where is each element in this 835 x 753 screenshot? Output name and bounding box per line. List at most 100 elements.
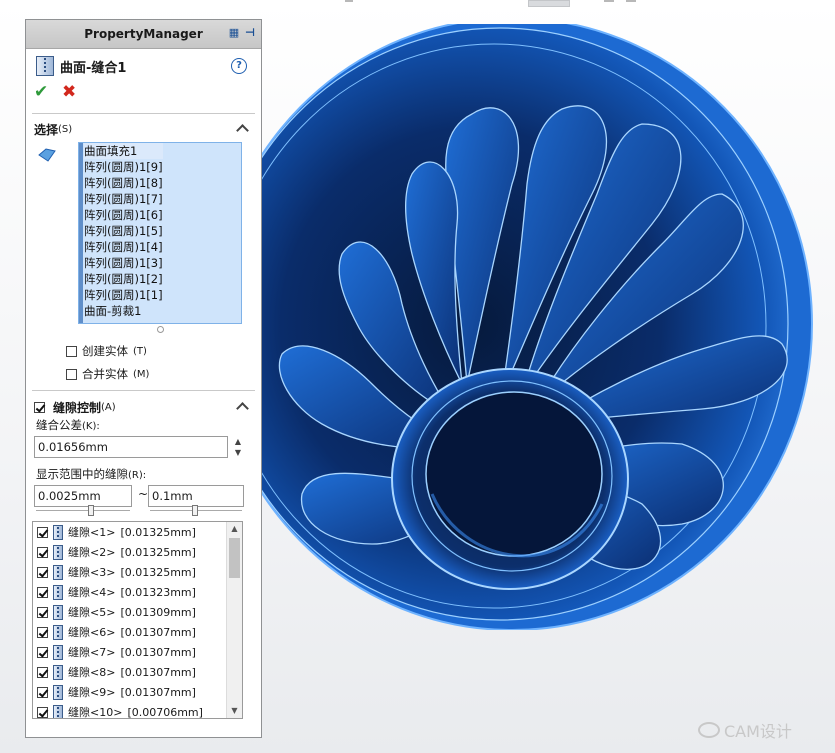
- selection-item[interactable]: 阵列(圆周)1[2]: [84, 271, 163, 287]
- gap-checkbox[interactable]: [37, 606, 48, 618]
- gap-list[interactable]: 缝隙<1> [0.01325mm] 缝隙<2> [0.01325mm] 缝隙<3…: [32, 521, 243, 719]
- gap-icon: [53, 704, 63, 718]
- ok-button[interactable]: ✔: [34, 82, 48, 102]
- range-separator: ~: [138, 487, 149, 501]
- divider: [32, 390, 255, 391]
- gap-list-item[interactable]: 缝隙<5> [0.01309mm]: [37, 602, 196, 622]
- slider-thumb[interactable]: [88, 505, 94, 516]
- selection-item[interactable]: 阵列(圆周)1[7]: [84, 191, 163, 207]
- gap-value: [0.01307mm]: [120, 625, 196, 639]
- gap-label: 缝隙<6>: [68, 626, 116, 639]
- slider-track: [36, 510, 130, 511]
- gap-list-item[interactable]: 缝隙<9> [0.01307mm]: [37, 682, 196, 702]
- cancel-button[interactable]: ✖: [62, 82, 76, 102]
- range-max-slider[interactable]: [150, 505, 242, 517]
- panel-options-icon[interactable]: ▦: [227, 26, 241, 40]
- gap-list-item[interactable]: 缝隙<8> [0.01307mm]: [37, 662, 196, 682]
- gap-label: 缝隙<9>: [68, 686, 116, 699]
- selection-heading: 选择: [34, 122, 59, 137]
- range-min-input[interactable]: 0.0025mm: [34, 485, 132, 507]
- gap-list-item[interactable]: 缝隙<2> [0.01325mm]: [37, 542, 196, 562]
- resize-handle[interactable]: [157, 326, 164, 333]
- gap-checkbox[interactable]: [37, 626, 48, 638]
- help-icon[interactable]: ?: [231, 58, 247, 74]
- knit-surface-icon: [36, 56, 54, 76]
- gap-checkbox[interactable]: [37, 546, 48, 558]
- gap-control-checkbox[interactable]: [34, 401, 45, 413]
- gap-label: 缝隙<7>: [68, 646, 116, 659]
- range-hotkey: (R):: [128, 470, 147, 481]
- gap-checkbox[interactable]: [37, 526, 48, 538]
- gap-value: [0.01325mm]: [120, 525, 196, 539]
- gap-list-item[interactable]: 缝隙<3> [0.01325mm]: [37, 562, 196, 582]
- pin-icon[interactable]: ⊣: [243, 26, 257, 40]
- slider-thumb[interactable]: [192, 505, 198, 516]
- gap-control-section-header[interactable]: 缝隙控制 (A): [34, 398, 253, 416]
- tolerance-input[interactable]: 0.01656mm: [34, 436, 228, 458]
- collapse-icon[interactable]: [237, 400, 247, 410]
- panel-title: PropertyManager: [84, 27, 203, 41]
- gap-control-heading: 缝隙控制: [53, 400, 102, 415]
- surface-selection-icon: [38, 148, 56, 162]
- gap-label: 缝隙<4>: [68, 586, 116, 599]
- range-min-slider[interactable]: [36, 505, 130, 517]
- gap-checkbox[interactable]: [37, 646, 48, 658]
- toolbar-button[interactable]: [528, 0, 570, 7]
- tolerance-spinner[interactable]: ▲ ▼: [232, 436, 244, 458]
- gap-icon: [53, 684, 63, 700]
- gap-value: [0.00706mm]: [127, 705, 203, 719]
- create-solid-checkbox[interactable]: [66, 345, 77, 357]
- range-label: 显示范围中的缝隙: [36, 467, 128, 481]
- gap-checkbox[interactable]: [37, 566, 48, 578]
- gap-list-item[interactable]: 缝隙<4> [0.01323mm]: [37, 582, 196, 602]
- selection-item[interactable]: 阵列(圆周)1[9]: [84, 159, 163, 175]
- gap-list-scrollbar[interactable]: ▲ ▼: [226, 522, 242, 718]
- model-viewport[interactable]: [262, 24, 835, 630]
- gap-checkbox[interactable]: [37, 666, 48, 678]
- range-max-input[interactable]: 0.1mm: [148, 485, 244, 507]
- spin-up-icon[interactable]: ▲: [232, 436, 244, 447]
- panel-header: PropertyManager ▦ ⊣: [26, 20, 261, 49]
- gap-value: [0.01307mm]: [120, 685, 196, 699]
- create-solid-option[interactable]: 创建实体 (T): [66, 343, 147, 359]
- gap-value: [0.01325mm]: [120, 565, 196, 579]
- feature-title: 曲面-缝合1: [60, 60, 127, 76]
- collapse-icon[interactable]: [237, 122, 247, 132]
- selection-item[interactable]: 阵列(圆周)1[8]: [84, 175, 163, 191]
- selection-item[interactable]: 阵列(圆周)1[3]: [84, 255, 163, 271]
- gap-list-item[interactable]: 缝隙<1> [0.01325mm]: [37, 522, 196, 542]
- selection-item[interactable]: 阵列(圆周)1[1]: [84, 287, 163, 303]
- range-label-row: 显示范围中的缝隙(R):: [36, 466, 146, 482]
- merge-solid-option[interactable]: 合并实体 (M): [66, 366, 149, 382]
- toolbar-mark: [626, 0, 636, 2]
- impeller-model[interactable]: [262, 24, 813, 630]
- feature-title-row: 曲面-缝合1: [36, 56, 126, 76]
- selection-item[interactable]: 曲面填充1: [84, 143, 163, 159]
- selection-item[interactable]: 曲面-剪裁1: [84, 303, 163, 319]
- gap-checkbox[interactable]: [37, 586, 48, 598]
- selection-list-box[interactable]: 曲面填充1 阵列(圆周)1[9] 阵列(圆周)1[8] 阵列(圆周)1[7] 阵…: [78, 142, 242, 324]
- watermark: CAM设计: [698, 718, 792, 742]
- gap-icon: [53, 584, 63, 600]
- gap-list-item[interactable]: 缝隙<6> [0.01307mm]: [37, 622, 196, 642]
- gap-icon: [53, 604, 63, 620]
- gap-list-item[interactable]: 缝隙<10> [0.00706mm]: [37, 702, 203, 719]
- toolbar-mark: [604, 0, 614, 2]
- selection-item[interactable]: 阵列(圆周)1[6]: [84, 207, 163, 223]
- merge-solid-label: 合并实体: [82, 367, 128, 381]
- spin-down-icon[interactable]: ▼: [232, 447, 244, 458]
- selection-item[interactable]: 阵列(圆周)1[4]: [84, 239, 163, 255]
- gap-checkbox[interactable]: [37, 706, 48, 718]
- gap-label: 缝隙<10>: [68, 706, 123, 719]
- gap-checkbox[interactable]: [37, 686, 48, 698]
- selection-item[interactable]: 阵列(圆周)1[5]: [84, 223, 163, 239]
- gap-list-item[interactable]: 缝隙<7> [0.01307mm]: [37, 642, 196, 662]
- scrollbar-thumb[interactable]: [229, 538, 240, 578]
- scroll-up-icon[interactable]: ▲: [227, 522, 242, 536]
- gap-value: [0.01307mm]: [120, 645, 196, 659]
- merge-solid-checkbox[interactable]: [66, 368, 77, 380]
- scroll-down-icon[interactable]: ▼: [227, 704, 242, 718]
- watermark-text: CAM设计: [724, 722, 792, 741]
- selection-hotkey: (S): [58, 123, 73, 135]
- selection-section-header[interactable]: 选择 (S): [34, 120, 253, 138]
